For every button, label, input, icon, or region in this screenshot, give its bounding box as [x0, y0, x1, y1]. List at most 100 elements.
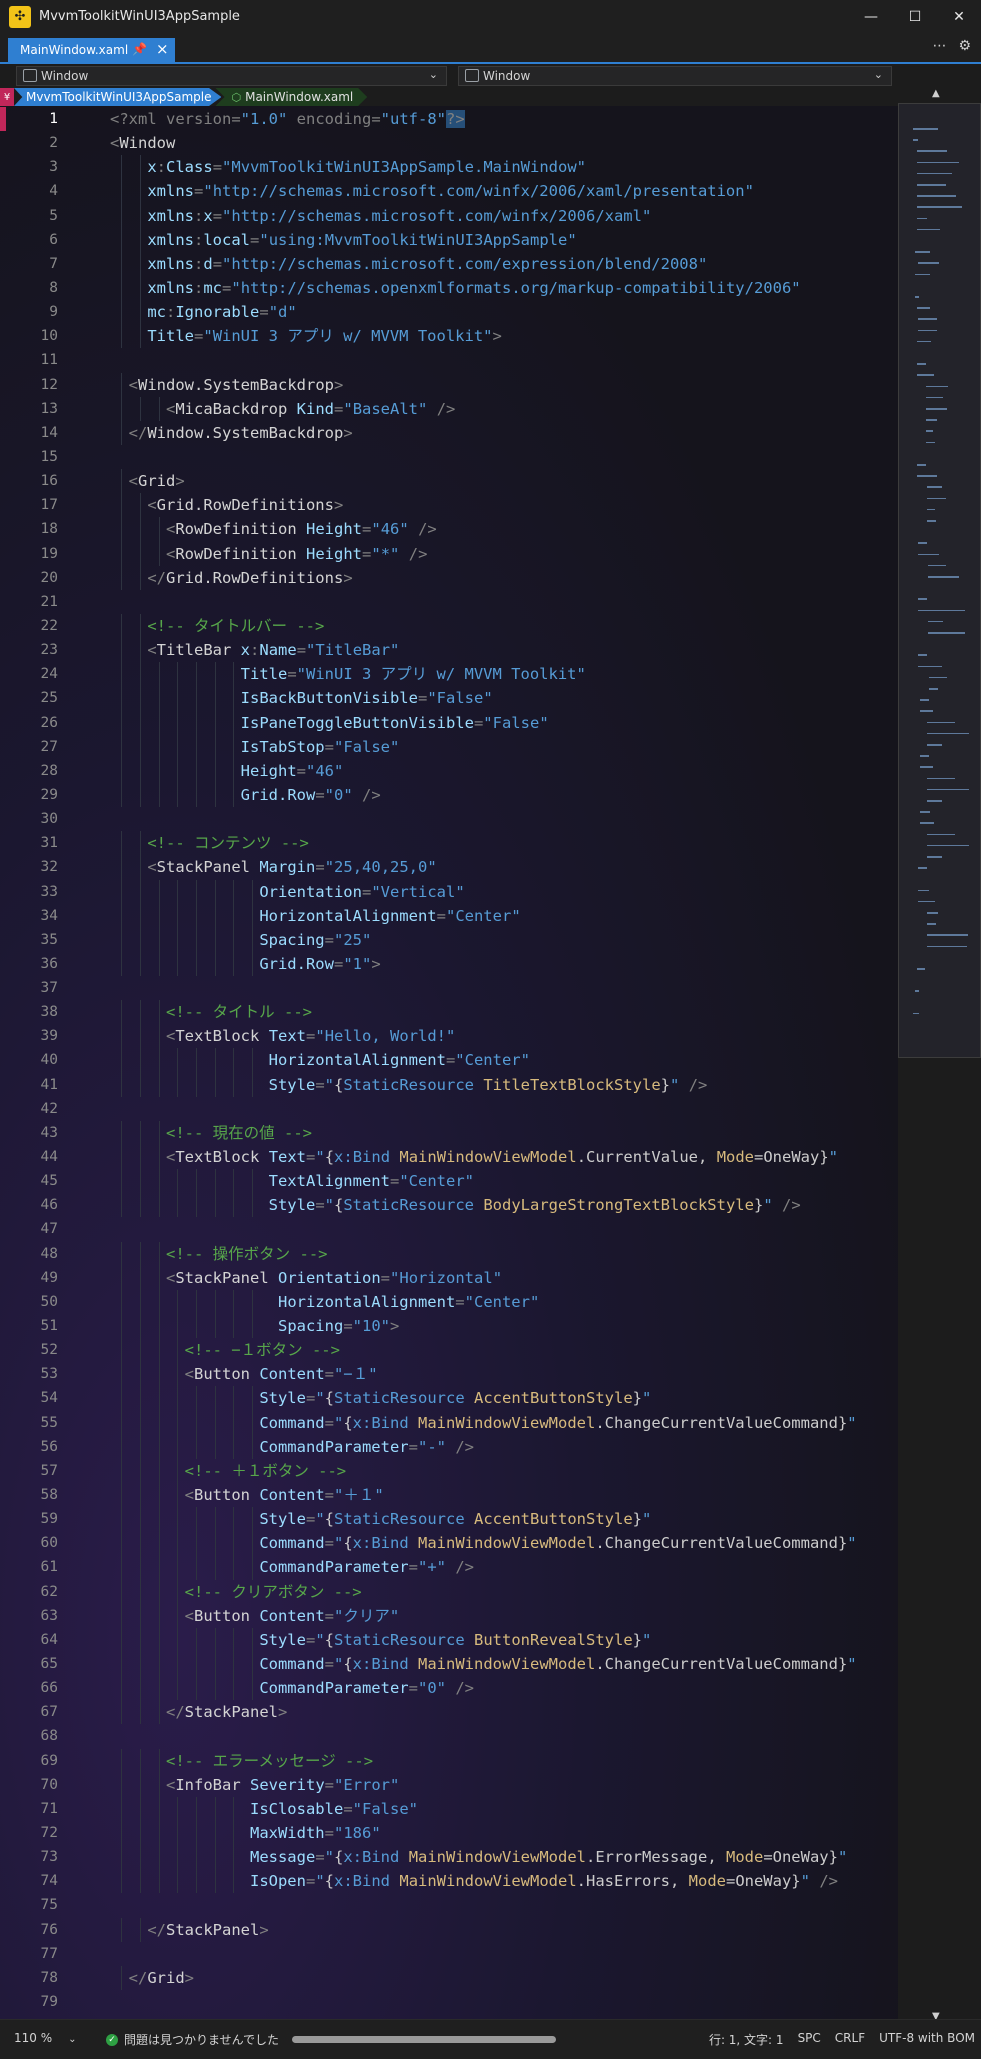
- code-line[interactable]: 20 </Grid.RowDefinitions>: [0, 565, 898, 590]
- code-line[interactable]: 25 IsBackButtonVisible="False": [0, 686, 898, 711]
- code-line[interactable]: 55 Command="{x:Bind MainWindowViewModel.…: [0, 1410, 898, 1435]
- code-line[interactable]: 52 <!-- −１ボタン -->: [0, 1338, 898, 1363]
- more-options-icon[interactable]: ⋯: [932, 38, 946, 54]
- code-line[interactable]: 70 <InfoBar Severity="Error": [0, 1772, 898, 1797]
- code-line[interactable]: 54 Style="{StaticResource AccentButtonSt…: [0, 1386, 898, 1411]
- code-line[interactable]: 72 MaxWidth="186": [0, 1820, 898, 1846]
- code-line[interactable]: 29 Grid.Row="0" />: [0, 782, 898, 808]
- code-line[interactable]: 49 <StackPanel Orientation="Horizontal": [0, 1265, 898, 1290]
- code-line[interactable]: 4 xmlns="http://schemas.microsoft.com/wi…: [0, 179, 898, 204]
- code-line[interactable]: 73 Message="{x:Bind MainWindowViewModel.…: [0, 1845, 898, 1870]
- code-line[interactable]: 41 Style="{StaticResource TitleTextBlock…: [0, 1072, 898, 1097]
- code-line[interactable]: 59 Style="{StaticResource AccentButtonSt…: [0, 1507, 898, 1532]
- code-line[interactable]: 19 <RowDefinition Height="*" />: [0, 541, 898, 566]
- code-line[interactable]: 21: [0, 590, 898, 614]
- code-line[interactable]: 32 <StackPanel Margin="25,40,25,0": [0, 855, 898, 880]
- code-line[interactable]: 11: [0, 348, 898, 372]
- code-line[interactable]: 15: [0, 445, 898, 469]
- code-line[interactable]: 47: [0, 1217, 898, 1241]
- pin-icon[interactable]: 📌: [132, 42, 147, 56]
- code-line[interactable]: 58 <Button Content="＋１": [0, 1483, 898, 1508]
- code-line[interactable]: 74 IsOpen="{x:Bind MainWindowViewModel.H…: [0, 1869, 898, 1894]
- code-line[interactable]: 56 CommandParameter="-" />: [0, 1434, 898, 1459]
- code-line[interactable]: 71 IsClosable="False": [0, 1796, 898, 1821]
- code-line[interactable]: 1 <?xml version="1.0" encoding="utf-8"?>: [0, 107, 898, 132]
- code-line[interactable]: 34 HorizontalAlignment="Center": [0, 903, 898, 928]
- code-line[interactable]: 75: [0, 1893, 898, 1917]
- code-line[interactable]: 45 TextAlignment="Center": [0, 1169, 898, 1194]
- code-line[interactable]: 30: [0, 807, 898, 831]
- code-line[interactable]: 12 <Window.SystemBackdrop>: [0, 372, 898, 397]
- breadcrumb-project[interactable]: MvvmToolkitWinUI3AppSample: [14, 88, 222, 106]
- code-line[interactable]: 78 </Grid>: [0, 1965, 898, 1990]
- code-line[interactable]: 28 Height="46": [0, 758, 898, 783]
- left-scope-dropdown[interactable]: Window ⌄: [16, 66, 447, 86]
- file-encoding[interactable]: UTF-8 with BOM: [879, 2031, 975, 2048]
- code-line[interactable]: 61 CommandParameter="+" />: [0, 1555, 898, 1580]
- code-line[interactable]: 31 <!-- コンテンツ -->: [0, 831, 898, 856]
- code-line[interactable]: 60 Command="{x:Bind MainWindowViewModel.…: [0, 1531, 898, 1556]
- code-line[interactable]: 2 <Window: [0, 131, 898, 155]
- horizontal-scrollbar[interactable]: [292, 2036, 556, 2043]
- code-line[interactable]: 67 </StackPanel>: [0, 1700, 898, 1725]
- cursor-position[interactable]: 行: 1, 文字: 1: [709, 2031, 784, 2048]
- code-line[interactable]: 10 Title="WinUI 3 アプリ w/ MVVM Toolkit">: [0, 324, 898, 349]
- code-line[interactable]: 63 <Button Content="クリア": [0, 1603, 898, 1628]
- code-line[interactable]: 76 </StackPanel>: [0, 1917, 898, 1942]
- code-line[interactable]: 77: [0, 1942, 898, 1966]
- code-line[interactable]: 46 Style="{StaticResource BodyLargeStron…: [0, 1193, 898, 1218]
- code-line[interactable]: 18 <RowDefinition Height="46" />: [0, 517, 898, 542]
- minimap-viewport[interactable]: [898, 103, 981, 1058]
- tab-close-icon[interactable]: ×: [156, 40, 169, 58]
- line-ending[interactable]: CRLF: [835, 2031, 865, 2048]
- whitespace-mode[interactable]: SPC: [798, 2031, 821, 2048]
- code-line[interactable]: 53 <Button Content="−１": [0, 1362, 898, 1387]
- code-line[interactable]: 40 HorizontalAlignment="Center": [0, 1048, 898, 1073]
- code-line[interactable]: 13 <MicaBackdrop Kind="BaseAlt" />: [0, 396, 898, 421]
- code-line[interactable]: 38 <!-- タイトル -->: [0, 1000, 898, 1025]
- code-line[interactable]: 68: [0, 1724, 898, 1748]
- code-line[interactable]: 66 CommandParameter="0" />: [0, 1676, 898, 1701]
- code-line[interactable]: 37: [0, 976, 898, 1000]
- code-line[interactable]: 39 <TextBlock Text="Hello, World!": [0, 1024, 898, 1049]
- code-line[interactable]: 27 IsTabStop="False": [0, 734, 898, 759]
- code-line[interactable]: 7 xmlns:d="http://schemas.microsoft.com/…: [0, 251, 898, 276]
- close-icon[interactable]: ✕: [937, 0, 981, 33]
- code-line[interactable]: 14 </Window.SystemBackdrop>: [0, 420, 898, 445]
- code-line[interactable]: 16 <Grid>: [0, 469, 898, 494]
- code-line[interactable]: 17 <Grid.RowDefinitions>: [0, 493, 898, 518]
- code-line[interactable]: 50 HorizontalAlignment="Center": [0, 1289, 898, 1315]
- code-line[interactable]: 51 Spacing="10">: [0, 1314, 898, 1339]
- code-line[interactable]: 44 <TextBlock Text="{x:Bind MainWindowVi…: [0, 1145, 898, 1170]
- minimize-icon[interactable]: —: [849, 0, 893, 33]
- code-editor[interactable]: 1 <?xml version="1.0" encoding="utf-8"?> 2…: [0, 107, 898, 2019]
- code-line[interactable]: 26 IsPaneToggleButtonVisible="False": [0, 710, 898, 735]
- breadcrumb-file[interactable]: ⬡ MainWindow.xaml: [215, 88, 368, 106]
- code-line[interactable]: 36 Grid.Row="1">: [0, 951, 898, 977]
- code-line[interactable]: 24 Title="WinUI 3 アプリ w/ MVVM Toolkit": [0, 662, 898, 687]
- code-line[interactable]: 62 <!-- クリアボタン -->: [0, 1579, 898, 1604]
- code-line[interactable]: 22 <!-- タイトルバー -->: [0, 613, 898, 639]
- gear-icon[interactable]: ⚙: [958, 38, 971, 54]
- project-root-icon[interactable]: ¥: [0, 88, 14, 106]
- code-line[interactable]: 42: [0, 1097, 898, 1121]
- code-line[interactable]: 23 <TitleBar x:Name="TitleBar": [0, 638, 898, 663]
- code-line[interactable]: 3 x:Class="MvvmToolkitWinUI3AppSample.Ma…: [0, 155, 898, 180]
- code-line[interactable]: 6 xmlns:local="using:MvvmToolkitWinUI3Ap…: [0, 227, 898, 252]
- code-line[interactable]: 65 Command="{x:Bind MainWindowViewModel.…: [0, 1652, 898, 1677]
- code-line[interactable]: 43 <!-- 現在の値 -->: [0, 1120, 898, 1146]
- issues-indicator[interactable]: ✓ 問題は見つかりませんでした: [106, 2031, 279, 2048]
- code-line[interactable]: 35 Spacing="25": [0, 927, 898, 952]
- scroll-up-icon[interactable]: ▲: [932, 88, 940, 99]
- zoom-selector[interactable]: 110 % ⌄: [14, 2031, 77, 2045]
- code-line[interactable]: 57 <!-- ＋１ボタン -->: [0, 1458, 898, 1484]
- code-line[interactable]: 5 xmlns:x="http://schemas.microsoft.com/…: [0, 203, 898, 228]
- code-line[interactable]: 64 Style="{StaticResource ButtonRevealSt…: [0, 1627, 898, 1652]
- code-line[interactable]: 69 <!-- エラーメッセージ -->: [0, 1748, 898, 1773]
- code-line[interactable]: 9 mc:Ignorable="d": [0, 300, 898, 325]
- minimap[interactable]: ▲ ▼: [898, 88, 981, 2022]
- code-line[interactable]: 33 Orientation="Vertical": [0, 879, 898, 904]
- code-line[interactable]: 48 <!-- 操作ボタン -->: [0, 1241, 898, 1266]
- right-scope-dropdown[interactable]: Window ⌄: [458, 66, 892, 86]
- code-line[interactable]: 79: [0, 1990, 898, 2014]
